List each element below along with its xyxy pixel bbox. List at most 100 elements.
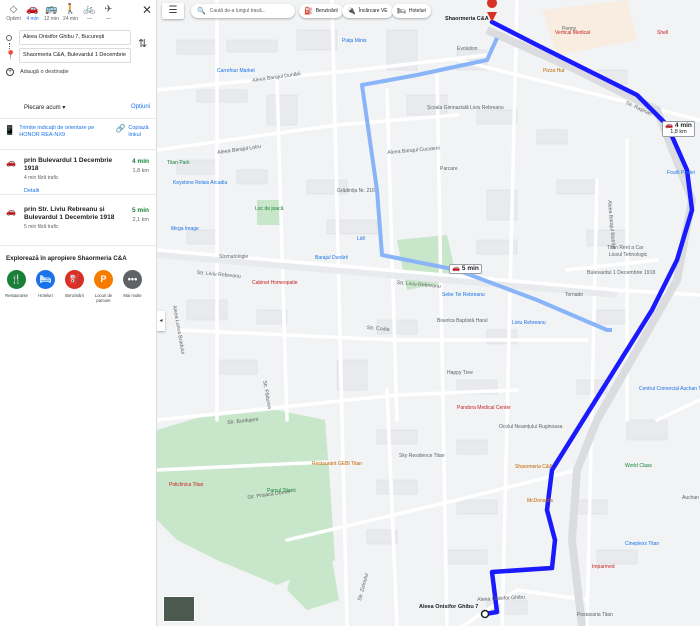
poi-label[interactable]: Tornado [565,292,583,298]
poi-label[interactable]: Liceul Tehnologic [609,252,647,258]
category-restaurant[interactable]: 🍴 Restaurante [2,270,31,303]
building-block [326,219,378,235]
directions-diamond-icon: ◇ [9,4,18,15]
street [500,0,519,626]
route-details-link[interactable]: Detalii [24,188,150,194]
origin-input[interactable]: Aleea Onisifor Ghibu 7, București [19,30,131,45]
poi-label[interactable]: Restaurant GEBI Titan [312,461,362,467]
link-icon: 🔗 [115,124,126,133]
poi-label[interactable]: Evolution [457,46,478,52]
poi-label[interactable]: Policlinica Titan [169,482,203,488]
poi-label[interactable]: World Class [625,463,652,469]
street-label: Bulevardul 1 Decembrie 1918 [587,270,656,276]
category-gas-station[interactable]: ⛽ Benzinării [60,270,89,303]
poi-label[interactable]: Stomatologie [219,254,248,260]
chip-ev-charging[interactable]: 🔌 Încărcare VE [342,4,393,18]
poi-label[interactable]: Keystone Relais Arcadia [173,180,227,186]
building-block [376,429,418,445]
map-svg [157,0,700,626]
poi-label[interactable]: Parcul Titanii [267,488,296,494]
add-destination-button[interactable]: + Adaugă o destinație [6,68,69,76]
category-parking[interactable]: P Locuri de parcare [89,270,118,303]
poi-label[interactable]: Școala Gimnazială Liviu Rebreanu [427,105,504,111]
building-block [556,179,598,195]
poi-label[interactable]: Sky Residence Titan [399,453,445,459]
poi-label[interactable]: Fourli Pastel [667,170,695,176]
mode-driving[interactable]: 🚗 4 min [23,3,42,22]
route-name: prin Bulevardul 1 Decembrie 1918 [24,157,113,172]
poi-label[interactable]: Biserica Baptistă Harul [437,318,488,324]
mode-best[interactable]: ◇ Optimi [4,3,23,22]
search-along-route-input[interactable]: 🔍 Caută de-a lungul trasă... [191,4,295,18]
poi-label[interactable]: Parcare [440,166,458,172]
poi-label[interactable]: Cineplexx Titan [625,541,659,547]
category-more[interactable]: ••• Mai multe [118,270,147,303]
destination-input[interactable]: Shaormeria C&A, Bulevardul 1 Decembrie [19,48,131,63]
poi-label[interactable]: Vertical Medical [555,30,590,36]
poi-label[interactable]: Cabinet Homeopatie [252,280,298,286]
street [435,68,449,626]
gas-chip-icon: ⛽ [304,8,313,15]
route-option-1[interactable]: 🚗 prin Bulevardul 1 Decembrie 1918 4 min… [0,150,156,194]
route-option-2[interactable]: 🚗 prin Str. Liviu Rebreanu și Bulevardul… [0,199,156,245]
poi-label[interactable]: Happy Tree [447,370,473,376]
poi-label[interactable]: Centrul Comercial Auchan Titan [639,386,700,392]
poi-label[interactable]: Pizza Hut [543,68,564,74]
poi-label[interactable]: Auchan [682,495,699,501]
collapse-panel-button[interactable]: ◂ [157,311,165,331]
category-label: Hoteluri [38,293,53,298]
map-canvas[interactable]: ☰ 🔍 Caută de-a lungul trasă... ⛽ Benzinări… [157,0,700,626]
chip-gas-stations[interactable]: ⛽ Benzinării [299,4,343,18]
phone-icon: 📱 [4,125,16,135]
poi-label[interactable]: Piața Minis [342,38,366,44]
category-label: Restaurante [5,293,28,298]
poi-label[interactable]: Mega Image [171,226,199,232]
depart-now-dropdown[interactable]: Plecare acum ▾ [24,104,65,111]
poi-label[interactable]: Ocolul Neamțului Ruginoasa [499,424,562,430]
poi-label[interactable]: Imparmed [592,564,615,570]
route-badge-alternate[interactable]: 🚗 5 min [449,264,482,274]
options-button[interactable]: Opțiuni [131,104,150,110]
poi-label[interactable]: Postavaria Titan [577,612,613,618]
copy-link-button[interactable]: 🔗 Copiază linkul [115,125,152,139]
route-badge-primary[interactable]: 🚗 4 min 1,8 km [662,121,695,137]
poi-label[interactable]: Shaormeria C&A [515,464,553,470]
mode-walking[interactable]: 🚶 24 min [61,3,80,22]
layers-thumbnail[interactable] [163,596,195,622]
swap-icon[interactable]: ⇅ [138,37,147,50]
menu-button[interactable]: ☰ [162,3,184,19]
transit-icon: 🚌 [45,4,58,15]
mode-transit[interactable]: 🚌 12 min [42,3,61,22]
chip-hotels[interactable]: 🛏 Hoteluri [392,4,432,18]
street [385,388,399,626]
bike-icon: 🚲 [83,4,96,15]
poi-label[interactable]: McDonald's [527,498,553,504]
poi-label[interactable]: Lidl [357,236,365,242]
building-block [176,39,218,55]
street [565,258,659,272]
poi-label[interactable]: Grădinița Nr. 216 [337,188,375,194]
destination-label[interactable]: Shaormeria C&A [445,16,489,22]
building-block [186,229,218,245]
hotel-chip-icon: 🛏 [397,8,406,15]
poi-label[interactable]: Sebe Tei Rebreanu [442,292,485,298]
parking-icon: P [94,270,113,289]
category-hotel[interactable]: 🛏 Hoteluri [31,270,60,303]
route-name: prin Str. Liviu Rebreanu și Bulevardul 1… [24,206,115,221]
poi-label[interactable]: Barajul Dunării [315,255,348,261]
poi-label[interactable]: Liviu Rebreanu [512,320,546,326]
building-block [216,359,258,375]
poi-label[interactable]: Titan Rent a Car [607,245,644,251]
send-to-phone-link[interactable]: Trimite indicații de orientare pe HONOR … [19,125,115,139]
close-icon[interactable]: ✕ [140,3,154,17]
poi-label[interactable]: Titan Park [167,160,190,166]
explore-categories: 🍴 Restaurante 🛏 Hoteluri ⛽ Benzinării P Locuri … [0,262,156,303]
origin-label[interactable]: Aleea Onisifor Ghibu 7 [419,604,478,610]
mode-cycling[interactable]: 🚲 — [80,3,99,22]
route-traffic: 5 min fără trafic [24,224,59,230]
poi-label[interactable]: Loc de joacă [255,206,283,212]
poi-label[interactable]: Shell [657,30,668,36]
poi-label[interactable]: Pandora Medical Center [457,405,511,411]
poi-label[interactable]: Carrefour Market [217,68,255,74]
mode-flight[interactable]: ✈ — [99,3,118,22]
